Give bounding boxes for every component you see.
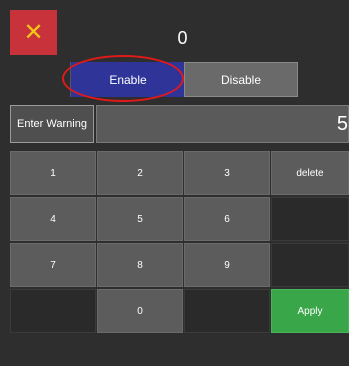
- apply-button[interactable]: Apply: [271, 289, 349, 333]
- key-4[interactable]: 4: [10, 197, 96, 241]
- current-value-display: 0: [177, 28, 188, 48]
- close-icon: ✕: [23, 18, 44, 46]
- key-0[interactable]: 0: [97, 289, 183, 333]
- blank-key: [271, 197, 349, 241]
- key-2[interactable]: 2: [97, 151, 183, 195]
- disable-button[interactable]: Disable: [184, 62, 298, 97]
- enter-warning-label: Enter Warning: [10, 105, 94, 143]
- blank-key: [271, 243, 349, 287]
- key-9[interactable]: 9: [184, 243, 270, 287]
- key-1[interactable]: 1: [10, 151, 96, 195]
- blank-key: [184, 289, 270, 333]
- key-8[interactable]: 8: [97, 243, 183, 287]
- warning-input-row: Enter Warning 5: [10, 105, 349, 143]
- warning-keypad-dialog: ✕ 0 Enable Disable Enter Warning 5 1 2 3…: [0, 0, 349, 366]
- warning-value-field[interactable]: 5: [96, 105, 349, 143]
- key-3[interactable]: 3: [184, 151, 270, 195]
- key-5[interactable]: 5: [97, 197, 183, 241]
- close-button[interactable]: ✕: [10, 10, 57, 55]
- enable-button[interactable]: Enable: [70, 62, 185, 97]
- key-7[interactable]: 7: [10, 243, 96, 287]
- blank-key: [10, 289, 96, 333]
- key-6[interactable]: 6: [184, 197, 270, 241]
- delete-button[interactable]: delete: [271, 151, 349, 195]
